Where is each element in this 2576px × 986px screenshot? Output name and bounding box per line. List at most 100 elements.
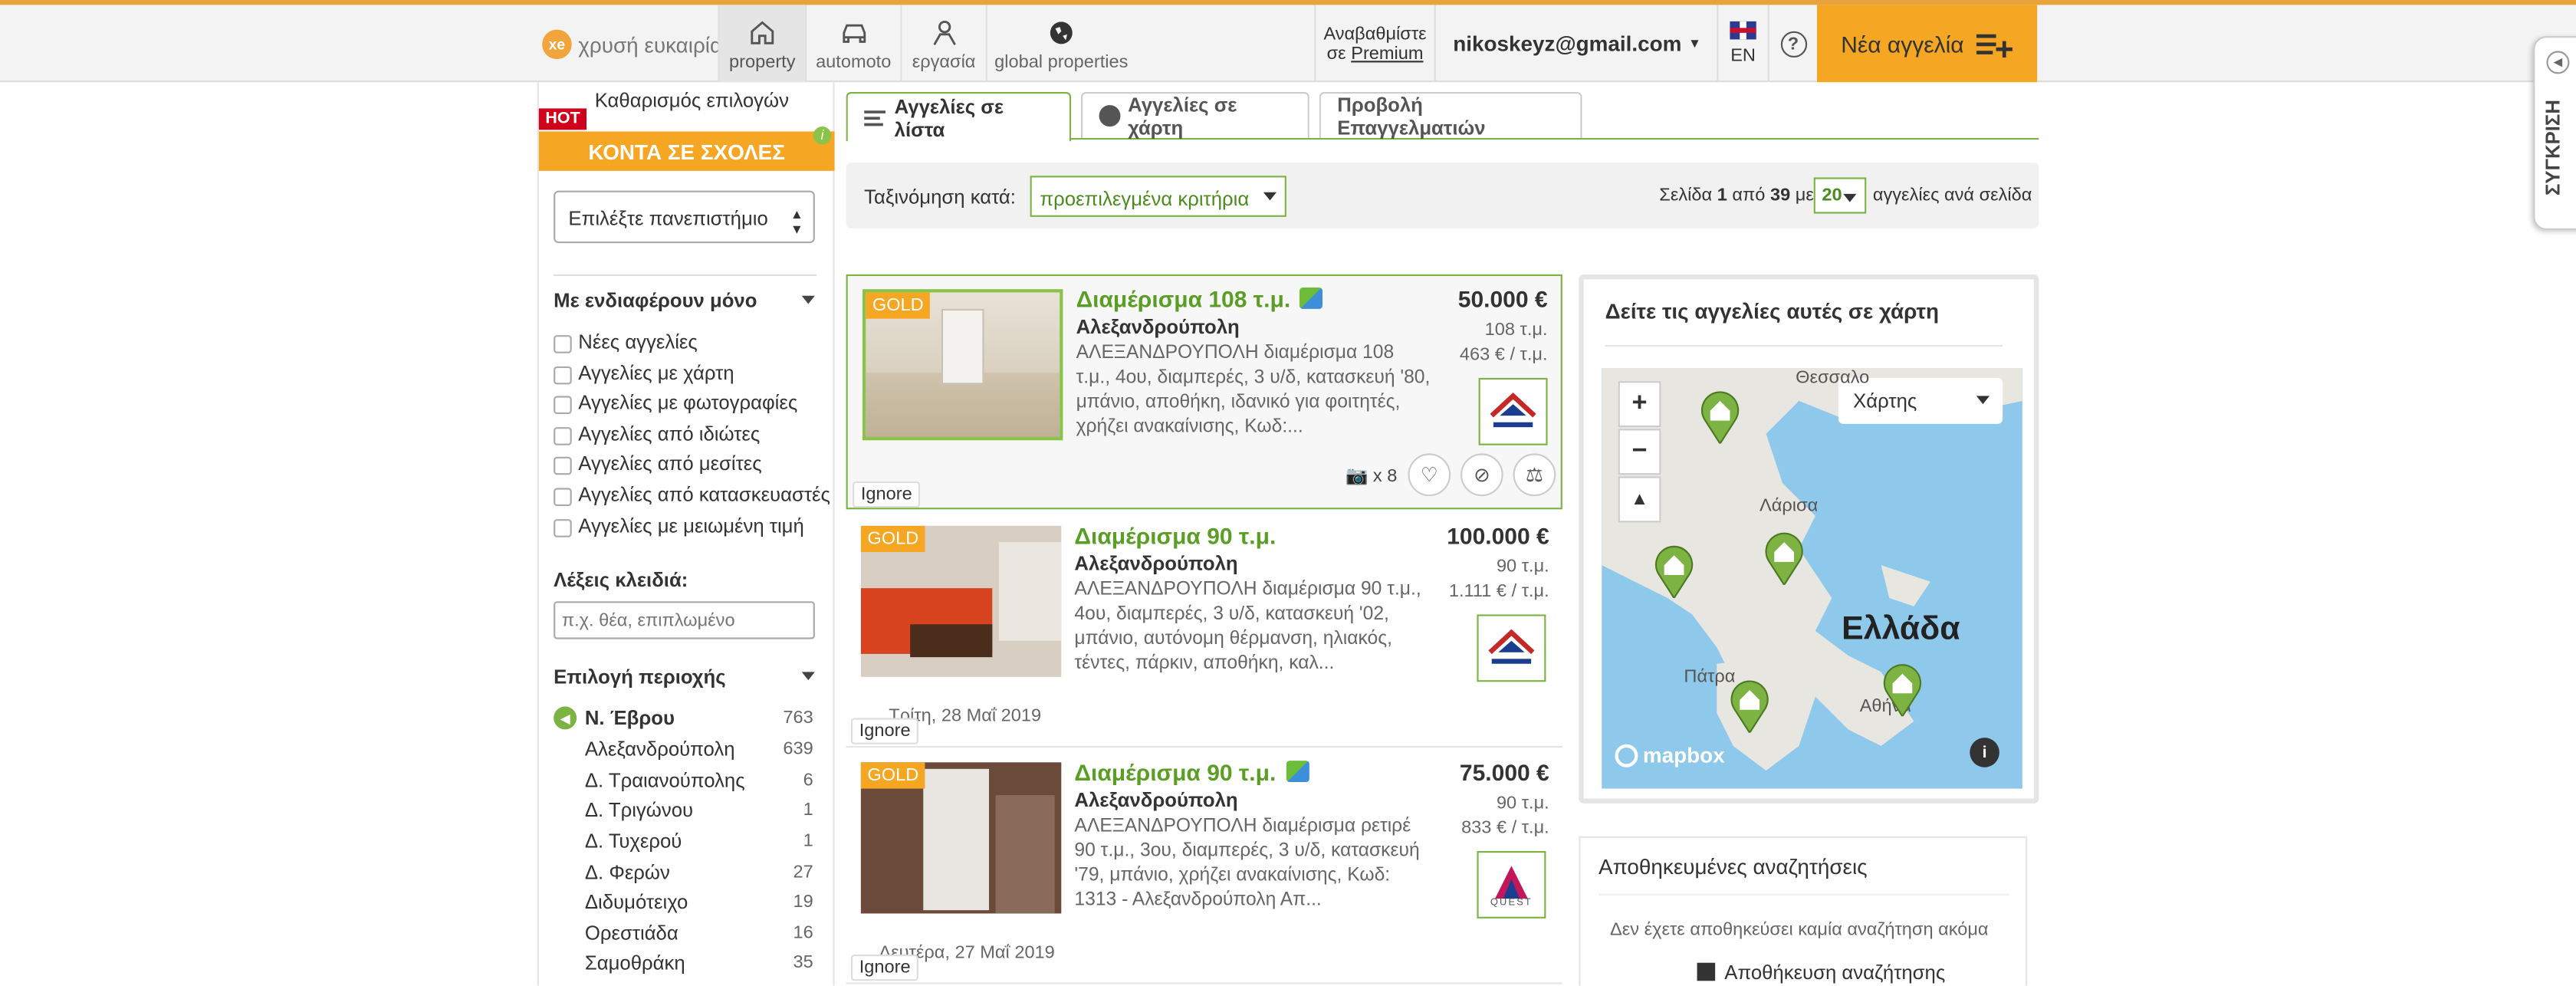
language-switch[interactable]: EN xyxy=(1717,5,1769,83)
ignore-button[interactable]: Ignore xyxy=(851,955,919,981)
university-select[interactable]: Επιλέξτε πανεπιστήμιο ▲ ▼ xyxy=(554,190,815,244)
checkbox[interactable] xyxy=(554,487,572,505)
house-pin-icon[interactable] xyxy=(1699,388,1742,444)
region-parent-count: 763 xyxy=(783,708,813,728)
hide-eye-icon[interactable]: ⊘ xyxy=(1460,453,1503,497)
mini-map[interactable]: + − ▲ Χάρτης Θεσσαλο Λάρισα Ελλάδα Πάτρα… xyxy=(1602,368,2022,789)
zoom-in-button[interactable]: + xyxy=(1618,381,1661,428)
premium-link[interactable]: Premium xyxy=(1351,44,1423,64)
chevron-down-icon[interactable] xyxy=(801,672,815,681)
checkbox[interactable] xyxy=(554,395,572,413)
map-info-icon[interactable]: i xyxy=(1970,738,1999,767)
listing-card[interactable]: GOLD Διαμέρισμα 108 τ.μ. Αλεξανδρούπολη … xyxy=(846,274,1562,510)
filter-with-photos[interactable]: Αγγελίες με φωτογραφίες xyxy=(554,391,797,414)
listing-title[interactable]: Διαμέρισμα 90 τ.μ. xyxy=(1074,522,1276,548)
gold-badge: GOLD xyxy=(860,525,925,552)
person-icon xyxy=(932,20,955,46)
chevron-down-icon[interactable] xyxy=(801,295,815,304)
account-menu[interactable]: nikoskeyz@gmail.com ▼ xyxy=(1438,5,1717,82)
listing-photo[interactable]: GOLD xyxy=(860,525,1062,677)
help-button[interactable]: ? xyxy=(1769,5,1819,83)
compass-button[interactable]: ▲ xyxy=(1618,476,1661,523)
listing-card[interactable]: GOLD Διαμέρισμα 90 τ.μ. Αλεξανδρούπολη Α… xyxy=(846,513,1562,748)
region-count: 27 xyxy=(793,863,813,882)
region-name: Δ. Τυχερού xyxy=(584,830,682,853)
listing-area: 90 τ.μ. xyxy=(1496,557,1549,577)
agent-logo[interactable]: QUEST xyxy=(1477,851,1546,919)
nav-jobs[interactable]: εργασία xyxy=(902,5,987,83)
filter-label: Αγγελίες από ιδιώτες xyxy=(578,422,761,445)
agent-logo[interactable] xyxy=(1478,377,1548,445)
checkbox[interactable] xyxy=(554,518,572,537)
keywords-input[interactable] xyxy=(554,601,815,639)
region-count: 1 xyxy=(803,831,813,851)
mapbox-attribution[interactable]: mapbox xyxy=(1615,743,1725,767)
site-logo[interactable]: xe χρυσή ευκαιρία xyxy=(542,29,722,60)
zoom-out-button[interactable]: − xyxy=(1618,429,1661,475)
listing-title[interactable]: Διαμέρισμα 108 τ.μ. xyxy=(1076,286,1323,312)
checkbox[interactable] xyxy=(554,426,572,445)
nav-automoto-label: automoto xyxy=(816,52,892,73)
divider xyxy=(1598,893,2009,896)
list-icon xyxy=(864,110,886,126)
filter-label: Αγγελίες με φωτογραφίες xyxy=(578,390,798,414)
sort-select[interactable]: προεπιλεγμένα κριτήρια xyxy=(1030,176,1286,217)
chevron-down-icon xyxy=(1976,396,1990,405)
listing-price-per-sqm: 1.111 € / τ.μ. xyxy=(1448,581,1549,602)
filter-with-map[interactable]: Αγγελίες με χάρτη xyxy=(554,361,734,384)
house-pin-icon[interactable] xyxy=(1881,660,1924,717)
per-page-select[interactable]: 20 xyxy=(1813,177,1867,214)
house-pin-icon[interactable] xyxy=(1728,677,1771,733)
filter-builders[interactable]: Αγγελίες από κατασκευαστές xyxy=(554,483,830,506)
checkbox[interactable] xyxy=(554,455,572,475)
house-pin-icon[interactable] xyxy=(1653,542,1696,598)
account-email: nikoskeyz@gmail.com xyxy=(1453,31,1682,56)
listing-area-block: 108 τ.μ. 463 € / τ.μ. xyxy=(1460,319,1548,368)
question-icon: ? xyxy=(1779,30,1807,57)
nav-global-properties[interactable]: global properties xyxy=(987,5,1135,82)
nav-automoto[interactable]: automoto xyxy=(807,5,902,83)
house-pin-icon[interactable] xyxy=(1763,529,1806,585)
save-search-button[interactable]: Αποθήκευση αναζήτησης xyxy=(1697,961,1945,984)
listing-title-text: Διαμέρισμα 108 τ.μ. xyxy=(1076,285,1291,313)
listing-card[interactable]: GOLD Διαμέρισμα 90 τ.μ. Αλεξανδρούπολη Α… xyxy=(846,749,1562,984)
chevron-down-icon xyxy=(1263,192,1276,201)
collapse-arrow-icon[interactable]: ◀ xyxy=(2546,51,2570,74)
clear-filters-link[interactable]: Καθαρισμός επιλογών xyxy=(595,89,789,112)
listing-photo[interactable]: GOLD xyxy=(860,762,1062,914)
map-type-value: Χάρτης xyxy=(1853,389,1917,412)
tab-list[interactable]: Αγγελίες σε λίστα xyxy=(846,92,1072,142)
region-title[interactable]: Επιλογή περιοχής xyxy=(554,666,725,689)
photo-window xyxy=(998,542,1062,641)
agent-logo-text: QUEST xyxy=(1490,898,1533,908)
listing-title[interactable]: Διαμέρισμα 90 τ.μ. xyxy=(1074,759,1309,785)
upgrade-premium[interactable]: Αναβαθμίστε σε Premium xyxy=(1314,5,1436,83)
listing-photo[interactable]: GOLD xyxy=(863,289,1063,441)
listing-area-block: 90 τ.μ. 833 € / τ.μ. xyxy=(1461,792,1549,841)
heart-icon[interactable]: ♡ xyxy=(1408,453,1451,497)
filter-agents[interactable]: Αγγελίες από μεσίτες xyxy=(554,452,762,475)
ignore-button[interactable]: Ignore xyxy=(853,481,921,508)
page-with: με xyxy=(1795,186,1814,205)
compare-drawer[interactable]: ◀ ΣΥΓΚΡΙΣΗ xyxy=(2533,36,2576,231)
filter-label: Αγγελίες από μεσίτες xyxy=(578,452,762,475)
mapbox-logo-icon xyxy=(1615,743,1638,767)
filter-reduced-price[interactable]: Αγγελίες με μειωμένη τιμή xyxy=(554,514,804,537)
tab-map[interactable]: Αγγελίες σε χάρτη xyxy=(1081,92,1309,139)
near-schools-banner[interactable]: ΚΟΝΤΑ ΣΕ ΣΧΟΛΕΣ xyxy=(538,131,835,171)
back-arrow-icon[interactable]: ◀ xyxy=(554,706,577,730)
filter-new-ads[interactable]: Νέες αγγελίες xyxy=(554,330,698,353)
new-ad-button[interactable]: Νέα αγγελία xyxy=(1817,5,2038,83)
checkbox[interactable] xyxy=(554,334,572,353)
info-icon[interactable]: i xyxy=(813,127,832,145)
compare-scale-icon[interactable]: ⚖ xyxy=(1513,453,1556,497)
map-label-thessaloniki: Θεσσαλο xyxy=(1796,368,1870,388)
listing-price-per-sqm: 833 € / τ.μ. xyxy=(1461,818,1549,838)
nav-property[interactable]: property xyxy=(718,5,807,83)
ignore-button[interactable]: Ignore xyxy=(851,718,919,744)
interest-title[interactable]: Με ενδιαφέρουν μόνο xyxy=(554,289,757,312)
filter-private[interactable]: Αγγελίες από ιδιώτες xyxy=(554,422,760,445)
tab-professionals[interactable]: Προβολή Επαγγελματιών xyxy=(1319,92,1582,139)
agent-logo[interactable] xyxy=(1477,614,1546,682)
checkbox[interactable] xyxy=(554,365,572,384)
